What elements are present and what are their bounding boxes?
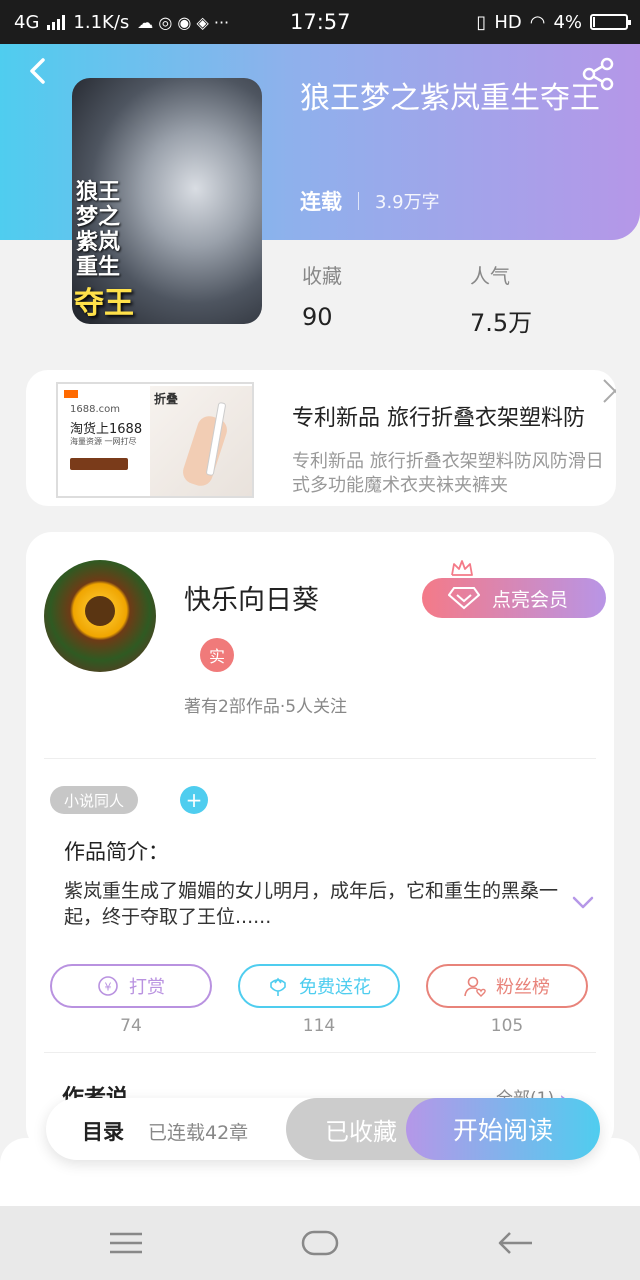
diamond-icon bbox=[448, 587, 480, 610]
book-status: 连载 bbox=[300, 190, 342, 214]
clock: 17:57 bbox=[290, 10, 351, 34]
ad-image[interactable]: 1688.com 淘货上1688 海量资源 一网打尽 折叠 bbox=[56, 382, 254, 498]
author-name[interactable]: 快乐向日葵 bbox=[184, 578, 319, 617]
start-reading-button[interactable]: 开始阅读 bbox=[406, 1098, 600, 1160]
home-icon[interactable] bbox=[300, 1228, 340, 1258]
ad-image-headline: 淘货上1688 bbox=[70, 422, 143, 437]
favorites-label: 收藏 bbox=[302, 264, 342, 288]
cover-title-highlight: 夺王 bbox=[74, 286, 134, 321]
network-speed: 1.1K/s bbox=[73, 11, 130, 33]
fan-ranking-label: 粉丝榜 bbox=[496, 977, 550, 998]
bottom-action-bar: 目录 已连载42章 已收藏 开始阅读 bbox=[46, 1098, 600, 1160]
notification-icons: ☁ ◎ ◉ ◈ ··· bbox=[137, 12, 230, 32]
fan-count: 105 bbox=[490, 1016, 524, 1036]
send-flower-button[interactable]: 免费送花 bbox=[238, 964, 400, 1008]
author-card: 快乐向日葵 实 著有2部作品·5人关注 点亮会员 小说同人 + 作品简介： 紫岚… bbox=[26, 532, 614, 1152]
divider bbox=[44, 1052, 596, 1053]
ad-logo bbox=[64, 390, 78, 398]
chevron-left-icon[interactable] bbox=[24, 56, 54, 86]
svg-text:¥: ¥ bbox=[105, 981, 112, 994]
chevron-down-icon[interactable] bbox=[572, 896, 594, 910]
intro-text: 紫岚重生成了媚媚的女儿明月，成年后，它和重生的黑桑一起，终于夺取了王位.....… bbox=[64, 880, 559, 928]
vip-button[interactable]: 点亮会员 bbox=[422, 578, 606, 618]
intro-heading: 作品简介： bbox=[64, 840, 169, 864]
reward-count: 74 bbox=[120, 1016, 142, 1036]
vibrate-icon: ▯ bbox=[476, 11, 487, 33]
popularity-stat: 人气 7.5万 bbox=[470, 260, 532, 338]
meta-divider bbox=[358, 192, 359, 210]
vip-button-label: 点亮会员 bbox=[492, 588, 569, 611]
author-info: 著有2部作品·5人关注 bbox=[184, 697, 348, 717]
close-icon[interactable] bbox=[602, 378, 616, 404]
back-icon[interactable] bbox=[496, 1228, 536, 1258]
popularity-label: 人气 bbox=[470, 264, 510, 288]
signal-icon bbox=[47, 14, 66, 30]
menu-icon[interactable] bbox=[106, 1228, 146, 1258]
crown-icon bbox=[451, 560, 473, 576]
user-heart-icon bbox=[464, 976, 486, 997]
book-title: 狼王梦之紫岚重生夺王 bbox=[300, 81, 600, 116]
ad-banner[interactable]: 1688.com 淘货上1688 海量资源 一网打尽 折叠 专利新品 旅行折叠衣… bbox=[26, 370, 616, 506]
tag-item[interactable]: 小说同人 bbox=[50, 786, 139, 814]
favorites-value: 90 bbox=[302, 303, 333, 331]
ad-image-sub: 海量资源 一网打尽 bbox=[70, 437, 137, 446]
add-tag-button[interactable]: + bbox=[180, 786, 208, 814]
ad-image-site: 1688.com bbox=[70, 404, 120, 415]
divider bbox=[44, 758, 596, 759]
reward-label: 打赏 bbox=[129, 977, 165, 998]
battery-percent: 4% bbox=[553, 11, 582, 33]
wifi-icon: ◠ bbox=[529, 11, 546, 33]
flower-icon bbox=[270, 977, 286, 996]
ad-image-button bbox=[70, 458, 128, 470]
send-flower-label: 免费送花 bbox=[299, 977, 371, 998]
yen-coin-icon: ¥ bbox=[98, 976, 118, 996]
book-meta: 连载 3.9万字 bbox=[300, 186, 440, 216]
status-bar: 4G 1.1K/s ☁ ◎ ◉ ◈ ··· 17:57 ▯ HD ◠ 4% bbox=[0, 0, 640, 44]
avatar[interactable] bbox=[44, 560, 156, 672]
word-count: 3.9万字 bbox=[375, 192, 440, 213]
catalog-button[interactable]: 目录 bbox=[82, 1116, 124, 1146]
ad-product-photo: 折叠 bbox=[150, 386, 252, 496]
verified-badge: 实 bbox=[200, 638, 234, 672]
cover-title: 狼王梦之紫岚重生 bbox=[76, 180, 121, 280]
flower-count: 114 bbox=[302, 1016, 336, 1036]
fan-ranking-button[interactable]: 粉丝榜 bbox=[426, 964, 588, 1008]
battery-icon bbox=[590, 14, 631, 30]
network-type: 4G bbox=[14, 11, 40, 33]
ad-description: 专利新品 旅行折叠衣架塑料防风防滑日式多功能魔术衣夹袜夹裤夹 bbox=[292, 451, 604, 496]
popularity-value: 7.5万 bbox=[470, 309, 533, 337]
hd-label: HD bbox=[494, 11, 522, 33]
favorites-stat: 收藏 90 bbox=[302, 260, 342, 331]
ad-title: 专利新品 旅行折叠衣架塑料防 bbox=[292, 406, 585, 431]
system-nav-bar bbox=[0, 1206, 640, 1280]
reward-button[interactable]: ¥ 打赏 bbox=[50, 964, 212, 1008]
ad-product-label: 折叠 bbox=[154, 392, 179, 406]
chapter-count[interactable]: 已连载42章 bbox=[148, 1118, 248, 1145]
book-cover[interactable]: 狼王梦之紫岚重生 夺王 bbox=[72, 78, 262, 324]
